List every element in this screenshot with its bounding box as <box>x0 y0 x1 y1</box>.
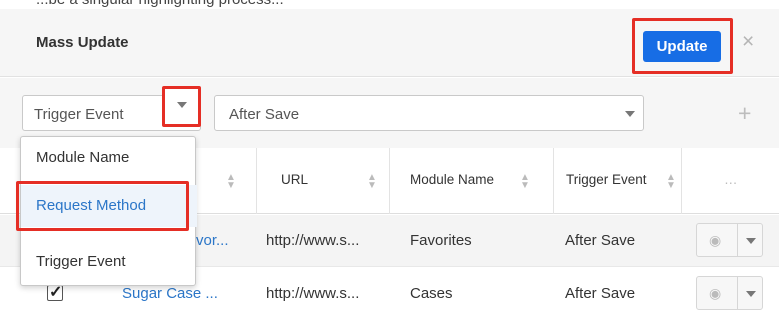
column-actions[interactable]: … <box>681 148 779 214</box>
divider <box>737 224 738 256</box>
sort-icon: ▲ ▼ <box>520 172 530 191</box>
update-button[interactable]: Update <box>643 31 721 62</box>
eye-icon[interactable]: ◉ <box>709 232 721 249</box>
update-button-highlight: Update <box>632 18 733 74</box>
sort-icon: ▲ ▼ <box>367 172 377 191</box>
chevron-down-icon[interactable] <box>746 291 756 297</box>
top-caption-text: ...be a singular highlighting process... <box>36 0 284 8</box>
row-name-link[interactable]: Sugar Case ... <box>122 285 218 302</box>
row-name-link[interactable]: vor... <box>196 232 229 249</box>
column-label-url: URL <box>281 172 309 187</box>
mass-update-header: Mass Update Update × <box>0 9 779 77</box>
field-select-value: Trigger Event <box>34 106 124 123</box>
row-checkbox[interactable] <box>47 282 63 302</box>
page-title: Mass Update <box>36 34 129 51</box>
row-action-group[interactable]: ◉ <box>696 223 763 257</box>
request-method-highlight <box>16 181 189 231</box>
dropdown-item-trigger-event[interactable]: Trigger Event <box>21 241 197 283</box>
row-url: http://www.s... <box>266 232 360 249</box>
top-caption: ...be a singular highlighting process... <box>0 0 779 9</box>
more-icon: … <box>724 172 738 187</box>
row-trigger: After Save <box>565 232 636 249</box>
column-trigger-event[interactable]: Trigger Event ▲ ▼ <box>553 148 681 214</box>
value-select[interactable]: After Save <box>214 95 644 131</box>
chevron-down-icon <box>625 111 635 117</box>
chevron-down-icon <box>177 102 187 108</box>
plus-icon[interactable]: + <box>738 102 751 125</box>
close-icon[interactable]: × <box>742 31 754 52</box>
value-select-value: After Save <box>229 106 300 123</box>
column-url[interactable]: URL ▲ ▼ <box>256 148 389 214</box>
row-trigger: After Save <box>565 285 636 302</box>
row-module: Cases <box>410 285 453 302</box>
column-label-module: Module Name <box>410 172 495 187</box>
row-url: http://www.s... <box>266 285 360 302</box>
column-module-name[interactable]: Module Name ▲ ▼ <box>389 148 553 214</box>
row-action-group[interactable]: ◉ <box>696 276 763 310</box>
row-module: Favorites <box>410 232 472 249</box>
sort-icon: ▲ ▼ <box>226 172 236 191</box>
field-select-toggle[interactable] <box>162 86 201 127</box>
divider <box>737 277 738 309</box>
eye-icon[interactable]: ◉ <box>709 285 721 302</box>
dropdown-item-module-name[interactable]: Module Name <box>21 137 197 179</box>
column-label-trigger: Trigger Event <box>566 172 647 187</box>
sort-icon: ▲ ▼ <box>666 172 676 191</box>
chevron-down-icon[interactable] <box>746 238 756 244</box>
